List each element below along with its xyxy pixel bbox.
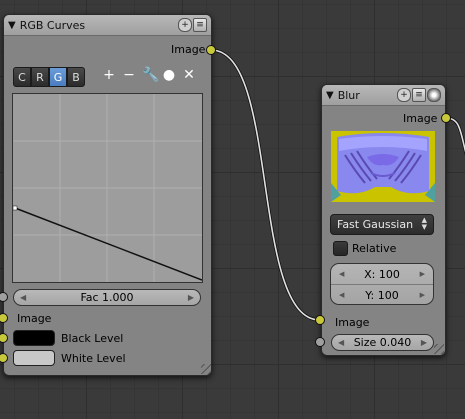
curve-graph[interactable]: [12, 93, 203, 283]
collapse-triangle-icon[interactable]: ▼: [326, 90, 334, 101]
relative-label: Relative: [352, 242, 397, 255]
blur-image-input-label: Image: [335, 316, 370, 329]
channel-g-button[interactable]: G: [49, 67, 67, 87]
hide-sockets-icon[interactable]: ≡: [412, 88, 426, 102]
fac-value: Fac 1.000: [80, 291, 134, 304]
size-value: Size 0.040: [353, 336, 412, 349]
plus-icon[interactable]: +: [102, 67, 116, 83]
curve-graph-svg: [13, 94, 202, 282]
white-level-label: White Level: [61, 352, 126, 365]
channel-b-button[interactable]: B: [67, 67, 85, 87]
blur-size-input-socket[interactable]: [315, 337, 325, 347]
preview-toggle-icon[interactable]: +: [178, 18, 192, 32]
node-title: RGB Curves: [19, 18, 86, 32]
curve-point: [13, 205, 18, 211]
blur-output-label: Image: [403, 112, 438, 125]
collapse-triangle-icon[interactable]: ▼: [8, 20, 16, 31]
blur-preview-image: [331, 131, 435, 202]
curve-tools: + − 🔧 ● ✕: [102, 67, 196, 83]
minus-icon[interactable]: −: [122, 67, 136, 83]
preview-toggle-icon[interactable]: +: [397, 88, 411, 102]
preview-svg: [331, 131, 435, 202]
black-level-swatch[interactable]: [13, 330, 55, 346]
size-y-value: Y: 100: [365, 288, 399, 302]
relative-checkbox[interactable]: [333, 241, 348, 256]
x-icon[interactable]: ✕: [182, 67, 196, 83]
size-xy-fields: ◀ X: 100 ▶ ◀ Y: 100 ▶: [330, 263, 434, 305]
channel-r-button[interactable]: R: [31, 67, 49, 87]
wrench-icon[interactable]: 🔧: [142, 67, 159, 83]
size-x-field[interactable]: ◀ X: 100 ▶: [331, 264, 433, 284]
blur-image-input-socket[interactable]: [315, 315, 325, 325]
fac-field[interactable]: ◀ Fac 1.000 ▶: [13, 289, 201, 306]
channel-selector: C R G B: [13, 67, 85, 87]
dropdown-arrows-icon: ▲ ▼: [421, 216, 427, 231]
curve-line: [14, 207, 202, 281]
increment-arrow-icon[interactable]: ▶: [420, 270, 425, 278]
resize-handle-icon[interactable]: [201, 364, 211, 374]
node-title: Blur: [337, 88, 360, 102]
size-field[interactable]: ◀ Size 0.040 ▶: [331, 334, 434, 351]
increment-arrow-icon[interactable]: ▶: [420, 291, 425, 299]
blur-output-socket[interactable]: [441, 113, 451, 123]
rgb-curves-header[interactable]: ▼ RGB Curves + ≡: [4, 15, 211, 36]
filter-type-dropdown[interactable]: Fast Gaussian ▲ ▼: [330, 214, 434, 235]
image-input-label: Image: [17, 312, 52, 325]
resize-handle-icon[interactable]: [434, 344, 444, 354]
blur-header[interactable]: ▼ Blur + ≡: [322, 85, 445, 106]
white-level-swatch[interactable]: [13, 350, 55, 366]
black-level-label: Black Level: [61, 332, 124, 345]
increment-arrow-icon[interactable]: ▶: [421, 338, 427, 347]
size-y-field[interactable]: ◀ Y: 100 ▶: [331, 285, 433, 305]
size-x-value: X: 100: [364, 267, 400, 281]
decrement-arrow-icon[interactable]: ◀: [339, 270, 344, 278]
increment-arrow-icon[interactable]: ▶: [188, 293, 194, 302]
render-preview-icon[interactable]: [427, 88, 441, 102]
dot-icon[interactable]: ●: [162, 67, 176, 83]
decrement-arrow-icon[interactable]: ◀: [339, 291, 344, 299]
decrement-arrow-icon[interactable]: ◀: [20, 293, 26, 302]
filter-type-value: Fast Gaussian: [337, 218, 414, 231]
decrement-arrow-icon[interactable]: ◀: [338, 338, 344, 347]
hide-sockets-icon[interactable]: ≡: [193, 18, 207, 32]
curves-output-socket[interactable]: [206, 45, 216, 55]
curves-output-label: Image: [171, 43, 206, 56]
channel-c-button[interactable]: C: [13, 67, 31, 87]
